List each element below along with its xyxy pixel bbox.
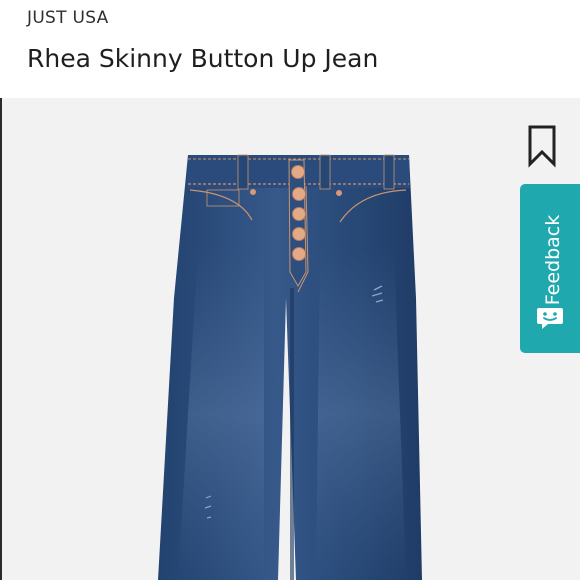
feedback-tab[interactable]: Feedback <box>520 184 580 353</box>
product-header: JUST USA Rhea Skinny Button Up Jean <box>0 0 580 98</box>
bookmark-icon[interactable] <box>527 124 557 168</box>
belt-loop-right <box>383 154 395 190</box>
rivet-right <box>336 190 342 196</box>
brand-name[interactable]: JUST USA <box>27 8 109 28</box>
jean-button-2 <box>292 187 306 201</box>
product-image-area <box>2 98 580 580</box>
belt-loop-center-left <box>319 154 331 190</box>
jean-button-3 <box>292 207 306 221</box>
smiley-chat-icon <box>537 308 563 329</box>
belt-loop-left <box>237 154 249 190</box>
jean-button-5 <box>292 247 306 261</box>
product-title: Rhea Skinny Button Up Jean <box>27 44 379 73</box>
jean-button-1 <box>291 165 305 179</box>
product-image[interactable] <box>2 98 580 580</box>
right-leg-fade <box>316 248 406 580</box>
jean-button-4 <box>292 227 306 241</box>
rivet-left <box>250 189 256 195</box>
feedback-label: Feedback <box>542 214 564 306</box>
